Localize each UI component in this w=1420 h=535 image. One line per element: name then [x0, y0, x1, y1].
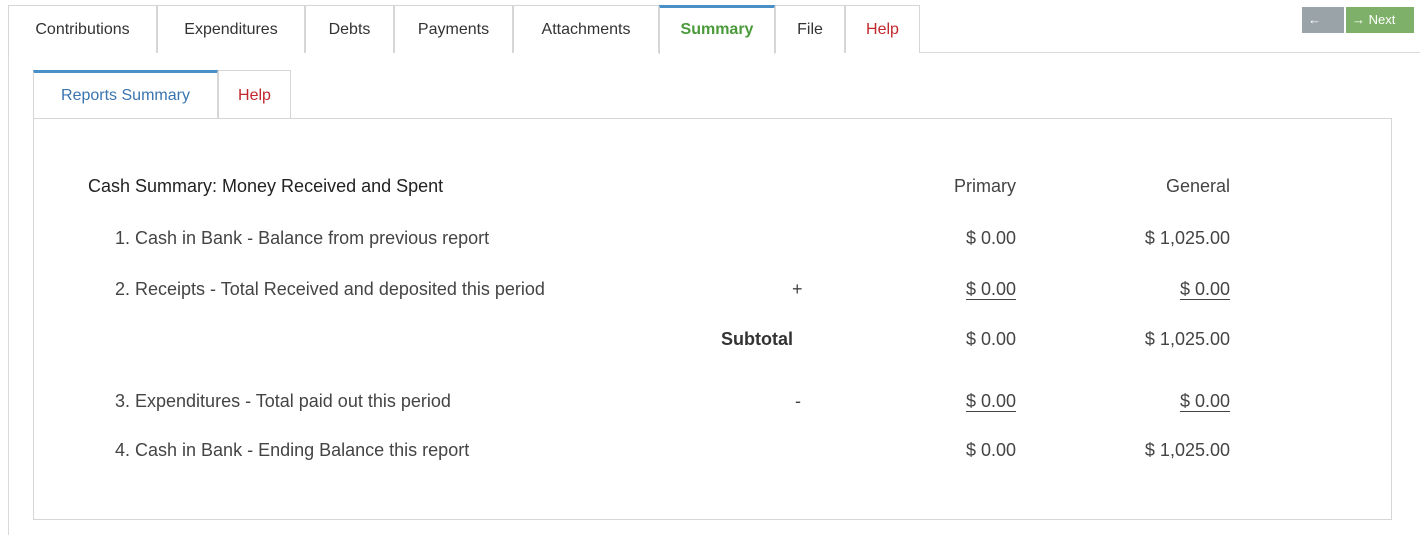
top-tab-bar: Contributions Expenditures Debts Payment…: [8, 5, 1420, 54]
tab-help[interactable]: Help: [845, 5, 920, 53]
row-3-label: 3. Expenditures - Total paid out this pe…: [115, 391, 451, 411]
tab-expenditures[interactable]: Expenditures: [157, 5, 305, 53]
row-3-general[interactable]: $ 0.00: [1100, 391, 1230, 412]
tab-payments[interactable]: Payments: [394, 5, 513, 53]
tab-contributions[interactable]: Contributions: [8, 5, 157, 53]
row-3-operator: -: [795, 391, 801, 411]
next-button[interactable]: → Next: [1346, 7, 1414, 33]
tab-debts[interactable]: Debts: [305, 5, 394, 53]
row-4-primary: $ 0.00: [965, 440, 1016, 460]
row-1-label: 1. Cash in Bank - Balance from previous …: [115, 228, 490, 248]
row-1-primary: $ 0.00: [965, 228, 1016, 248]
tab-file[interactable]: File: [775, 5, 845, 53]
prev-button[interactable]: ← Prev: [1302, 7, 1344, 53]
tab-reports-summary[interactable]: Reports Summary: [33, 70, 218, 120]
subtotal-primary: $ 0.00: [965, 329, 1016, 349]
row-2-primary[interactable]: $ 0.00: [900, 279, 1016, 300]
subtotal-label: Subtotal: [721, 329, 793, 349]
column-header-primary: Primary: [954, 176, 1016, 196]
row-1-general: $ 1,025.00: [1144, 228, 1230, 248]
tab-inner-help[interactable]: Help: [218, 70, 291, 119]
subtotal-general: $ 1,025.00: [1144, 329, 1230, 349]
summary-heading: Cash Summary: Money Received and Spent: [88, 176, 444, 196]
tab-attachments[interactable]: Attachments: [513, 5, 659, 53]
row-2-operator: +: [792, 279, 803, 299]
row-3-primary[interactable]: $ 0.00: [900, 391, 1016, 412]
column-header-general: General: [1165, 176, 1230, 196]
row-2-general[interactable]: $ 0.00: [1100, 279, 1230, 300]
row-4-label: 4. Cash in Bank - Ending Balance this re…: [115, 440, 470, 460]
row-4-general: $ 1,025.00: [1144, 440, 1230, 460]
row-2-label: 2. Receipts - Total Received and deposit…: [115, 279, 545, 299]
tab-summary[interactable]: Summary: [659, 5, 775, 54]
